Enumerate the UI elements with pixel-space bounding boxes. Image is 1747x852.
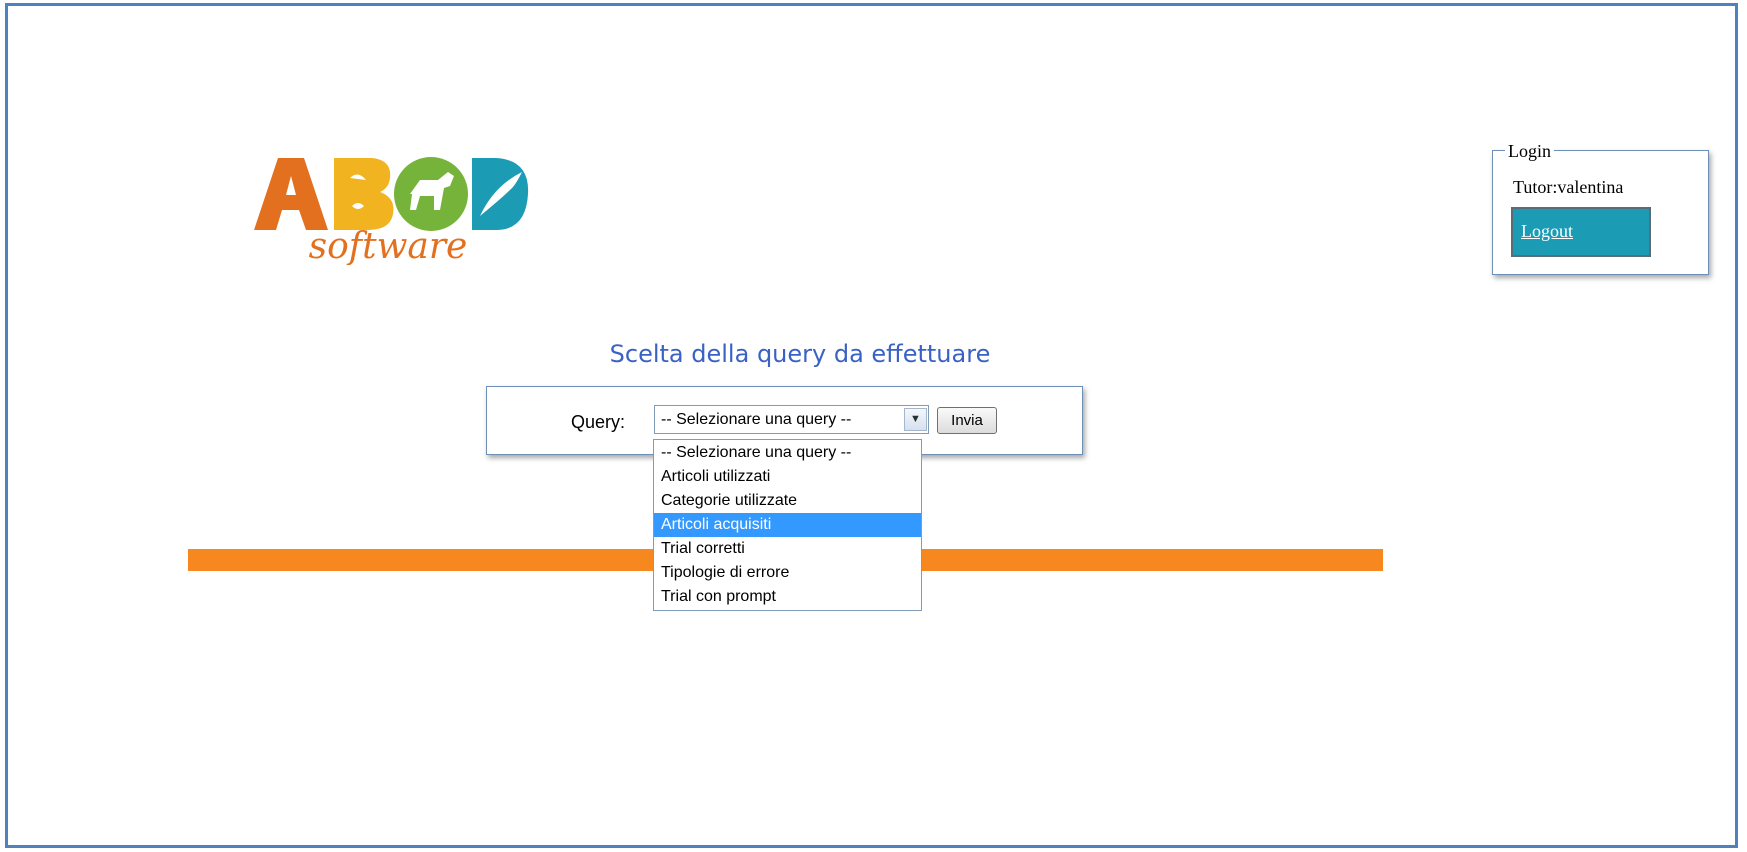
logged-user-label: Tutor:valentina bbox=[1513, 177, 1624, 197]
chevron-down-icon[interactable]: ▼ bbox=[904, 408, 927, 431]
query-select-value: -- Selezionare una query -- bbox=[661, 411, 852, 428]
query-label: Query: bbox=[571, 412, 626, 432]
dropdown-option[interactable]: Trial corretti bbox=[654, 537, 921, 561]
dropdown-option[interactable]: Tipologie di errore bbox=[654, 561, 921, 585]
query-select[interactable]: -- Selezionare una query -- ▼ bbox=[654, 405, 929, 434]
dropdown-option[interactable]: -- Selezionare una query -- bbox=[654, 441, 921, 465]
dropdown-option[interactable]: Articoli utilizzati bbox=[654, 465, 921, 489]
login-legend: Login bbox=[1505, 141, 1554, 162]
invia-button[interactable]: Invia bbox=[937, 407, 997, 434]
logout-button[interactable]: Logout bbox=[1511, 207, 1651, 257]
dropdown-option-highlighted[interactable]: Articoli acquisiti bbox=[654, 513, 921, 537]
abcd-software-logo: software bbox=[250, 150, 530, 265]
login-panel: Login Tutor:valentina Logout bbox=[1492, 141, 1709, 275]
dropdown-option[interactable]: Categorie utilizzate bbox=[654, 489, 921, 513]
query-dropdown-list[interactable]: -- Selezionare una query -- Articoli uti… bbox=[653, 439, 922, 611]
logo-subtitle: software bbox=[309, 226, 468, 265]
page-title: Scelta della query da effettuare bbox=[609, 340, 991, 368]
dropdown-option[interactable]: Trial con prompt bbox=[654, 585, 921, 609]
